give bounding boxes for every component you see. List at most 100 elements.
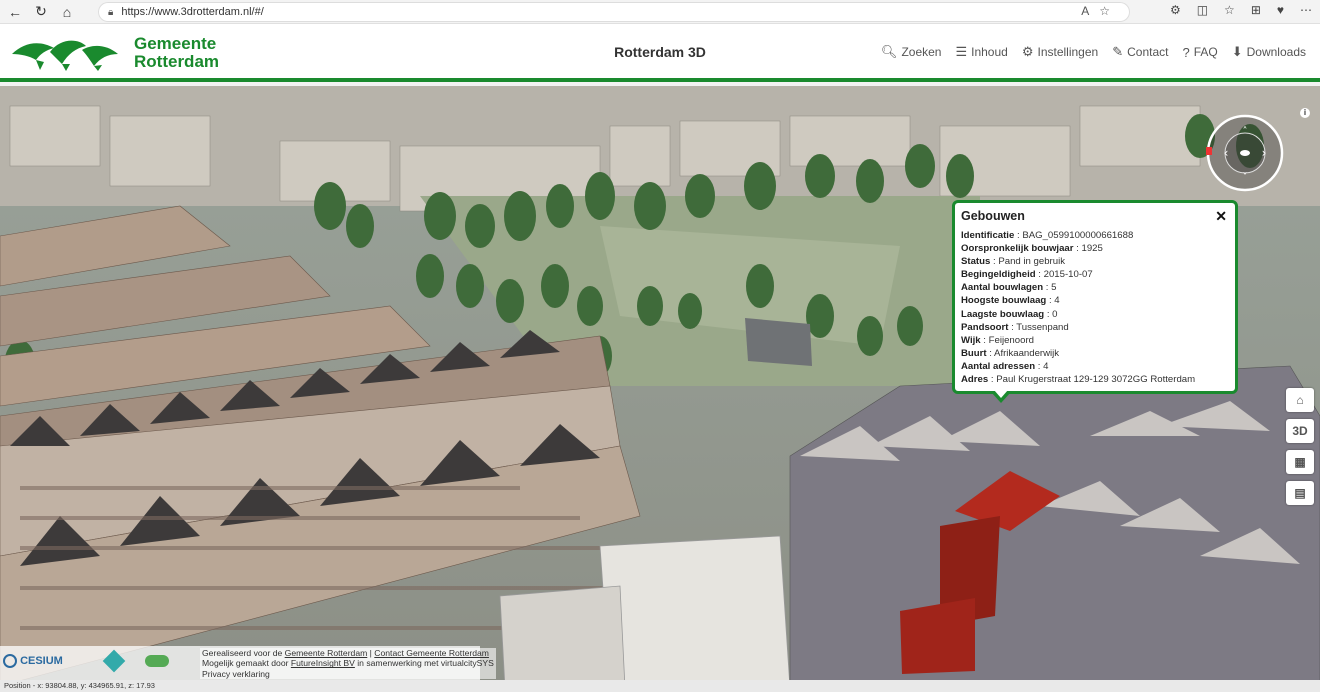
favorites-icon[interactable]: ☆ [1224,3,1235,17]
row-value: 0 [1052,308,1058,320]
close-icon[interactable]: ✕ [1215,208,1227,225]
row-key: Aantal bouwlagen [961,282,1044,294]
svg-text:˄: ˄ [1243,125,1248,137]
row-key: Identificatie [961,230,1015,241]
svg-text:›: › [1262,146,1267,160]
3d-toggle-button[interactable]: 3D [1286,419,1314,443]
partner-logo-2-icon [144,655,169,667]
menu-label: Contact [1127,45,1169,59]
popup-row: Wijk : Feijenoord [961,334,1034,346]
menu-item-downloads[interactable]: ⬇ Downloads [1232,44,1306,60]
popup-row: Laagste bouwlaag : 0 [961,308,1058,320]
svg-text:‹: ‹ [1224,146,1229,160]
row-value: Paul Krugerstraat 129-129 3072GG Rotterd… [996,374,1196,386]
back-icon[interactable]: ← [4,1,26,23]
row-value: 4 [1043,360,1049,372]
brand-line-1: Gemeente [134,34,217,53]
popup-title: Gebouwen [961,209,1025,223]
rotterdam-logo-icon [12,40,118,71]
popup-row: Aantal adressen : 4 [961,360,1049,372]
main-menu: 🔍︎ Zoeken ☰ Inhoud ⚙ Instellingen ✎ Contact … [881,44,1306,60]
row-key: Aantal adressen [961,360,1036,372]
futureinsight-link[interactable]: FutureInsight BV [291,658,355,668]
row-key: Pandsoort [961,321,1009,333]
credits-text: Gerealiseerd voor de Gemeente Rotterdam … [200,648,496,680]
row-value: 1925 [1081,243,1103,255]
menu-label: Zoeken [901,45,942,59]
svg-text:˅: ˅ [1243,171,1248,183]
lock-icon: 🔒︎ [108,6,114,18]
popup-row: Identificatie : BAG_0599100000661688 [961,230,1134,241]
edit-icon: ✎ [1112,44,1124,59]
menu-item-instellingen[interactable]: ⚙ Instellingen [1022,44,1098,60]
row-value: BAG_0599100000661688 [1022,230,1134,241]
read-aloud-icon[interactable]: A☆ [1081,4,1120,18]
building-info-popup: Gebouwen ✕ Identificatie : BAG_059910000… [952,200,1238,403]
contact-link[interactable]: Contact Gemeente Rotterdam [374,648,489,658]
brand-line-2: Rotterdam [134,52,220,71]
popup-row: Hoogste bouwlaag : 4 [961,295,1060,307]
privacy-link[interactable]: Privacy verklaring [202,669,494,679]
menu-label: Inhoud [971,45,1008,59]
credit-line-2: Mogelijk gemaakt door FutureInsight BV i… [202,658,494,668]
home-view-button[interactable]: ⌂ [1286,388,1314,412]
row-key: Laagste bouwlaag [961,308,1045,320]
row-value: Afrikaanderwijk [994,347,1060,359]
map-layers-button[interactable]: ▤ [1286,481,1314,505]
menu-label: FAQ [1193,45,1218,59]
search-icon: 🔍︎ [880,44,898,59]
navigation-compass[interactable]: ˄ ˅ ‹ › [1206,114,1284,192]
cesium-label: CESIUM [20,654,63,667]
browser-toolbar: ← ↻ ⌂ 🔒︎ https://www.3drotterdam.nl/#/ A… [0,0,1320,24]
row-key: Adres [961,374,989,386]
collections-icon[interactable]: ⊞ [1251,3,1261,17]
row-key: Begingeldigheid [961,269,1036,281]
row-key: Wijk [961,334,981,346]
grid-button[interactable]: ▦ [1286,450,1314,474]
address-bar[interactable]: 🔒︎ https://www.3drotterdam.nl/#/ A☆ [98,2,1130,22]
reload-icon[interactable]: ↻ [30,1,52,23]
row-value: Feijenoord [988,334,1034,346]
menu-label: Downloads [1246,45,1306,59]
extensions-icon[interactable]: ⚙ [1170,3,1181,17]
cesium-icon [3,654,17,668]
popup-row: Begingeldigheid : 2015-10-07 [961,269,1093,281]
split-screen-icon[interactable]: ◫ [1197,3,1208,17]
menu-item-inhoud[interactable]: ☰ Inhoud [955,44,1007,60]
row-key: Hoogste bouwlaag [961,295,1047,307]
credit-suffix: in samenwerking met virtualcitySYS [354,658,494,669]
map-tools: ⌂ 3D ▦ ▤ [1286,388,1314,505]
partner-logo-1-icon [102,649,126,673]
cesium-logo[interactable]: CESIUM [3,649,169,673]
popup-row: Status : Pand in gebruik [961,256,1065,268]
gemeente-link[interactable]: Gemeente Rotterdam [285,648,368,658]
row-value: Tussenpand [1016,321,1069,333]
popup-row: Pandsoort : Tussenpand [961,321,1069,333]
row-key: Oorspronkelijk bouwjaar [961,243,1074,255]
popup-row: Oorspronkelijk bouwjaar : 1925 [961,243,1103,255]
question-icon: ? [1182,44,1190,60]
app-header: Gemeente Rotterdam Rotterdam 3D 🔍︎ Zoeken… [0,24,1320,82]
popup-row: Buurt : Afrikaanderwijk [961,347,1060,359]
info-icon[interactable]: i [1300,108,1310,118]
popup-pointer-inner [994,390,1008,398]
row-key: Status [961,256,991,268]
row-value: 4 [1054,295,1060,307]
row-value: 2015-10-07 [1043,269,1093,281]
credit-prefix: Mogelijk gemaakt door [202,658,291,669]
menu-item-faq[interactable]: ? FAQ [1182,44,1217,60]
popup-row: Aantal bouwlagen : 5 [961,282,1057,294]
browser-extensions: ⚙ ◫ ☆ ⊞ ♥ ⋯ [1170,3,1312,17]
menu-item-contact[interactable]: ✎ Contact [1112,44,1168,60]
brand-name: Gemeente Rotterdam [134,35,219,71]
credit-line-1: Gerealiseerd voor de Gemeente Rotterdam … [202,648,494,658]
profile-icon[interactable]: ♥ [1277,3,1284,17]
more-icon[interactable]: ⋯ [1300,3,1312,17]
home-icon[interactable]: ⌂ [56,1,78,23]
menu-item-zoeken[interactable]: 🔍︎ Zoeken [881,44,942,60]
list-icon: ☰ [955,44,968,59]
row-value: 5 [1051,282,1057,294]
popup-row: Adres : Paul Krugerstraat 129-129 3072GG… [961,374,1196,386]
credit-prefix: Gerealiseerd voor de [202,648,285,658]
position-readout: Position - x: 93804.88, y: 434965.91, z:… [0,680,1320,692]
